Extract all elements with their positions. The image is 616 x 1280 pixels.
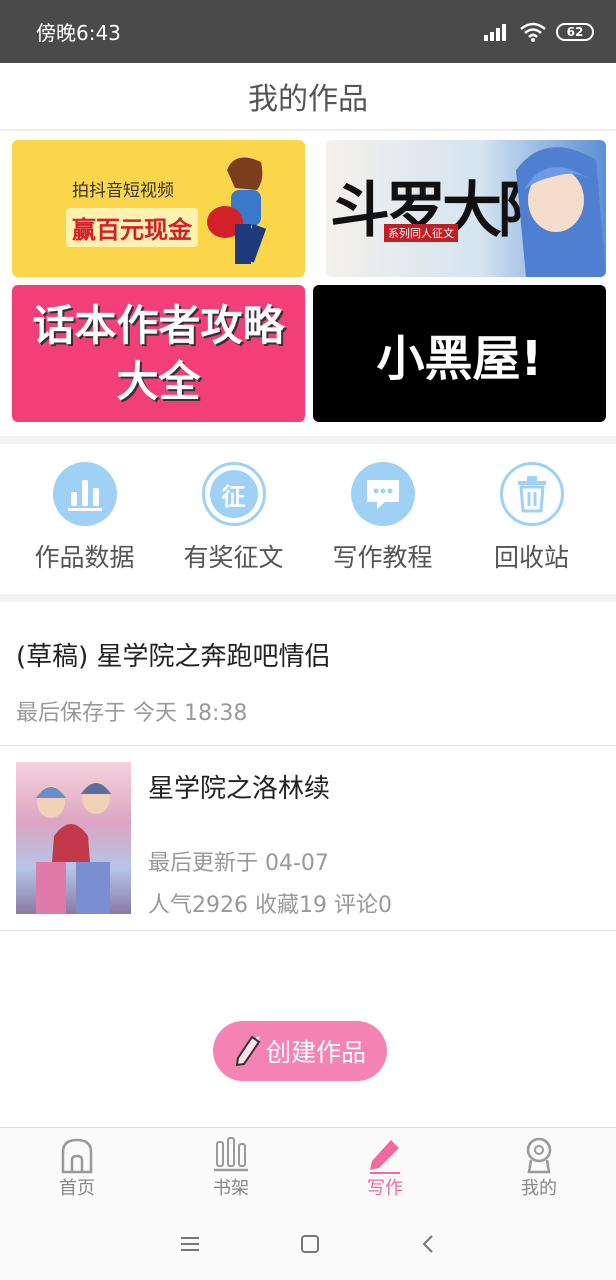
quick-actions: 作品数据 征 有奖征文 写作教程 回收站: [0, 444, 616, 594]
banner-text: 大全: [116, 356, 201, 406]
anime-character-illustration: [516, 147, 606, 277]
banner-douyin-contest[interactable]: 拍抖音短视频 赢百元现金: [12, 140, 305, 277]
tab-profile[interactable]: 我的: [462, 1128, 616, 1207]
tab-label: 写作: [367, 1177, 403, 1199]
tab-write[interactable]: 写作: [308, 1128, 462, 1207]
battery-icon: 62: [556, 22, 594, 41]
quick-action-tutorial[interactable]: 写作教程: [313, 462, 453, 574]
page-title: 我的作品: [0, 63, 616, 131]
back-icon[interactable]: [420, 1234, 436, 1254]
work-title: 星学院之洛林续: [148, 774, 331, 804]
bar-chart-icon: [52, 462, 117, 526]
draft-saved-time: 最后保存于 今天 18:38: [16, 701, 248, 726]
tab-label: 我的: [521, 1177, 557, 1199]
banner-text: 系列同人征文: [384, 224, 458, 242]
wifi-icon: [520, 22, 546, 42]
battery-level: 62: [566, 24, 584, 39]
status-bar: 傍晚6:43 62: [0, 0, 616, 63]
signal-icon: [484, 23, 506, 41]
girl-illustration: [207, 156, 267, 264]
home-square-icon[interactable]: [300, 1234, 320, 1254]
tab-label: 书架: [213, 1177, 249, 1199]
status-time: 傍晚6:43: [36, 21, 121, 45]
quick-action-work-data[interactable]: 作品数据: [15, 462, 155, 574]
pencil-icon: [370, 1139, 400, 1174]
work-cover-image: [16, 762, 131, 914]
bottom-tab-bar: 首页 书架 写作 我的: [0, 1127, 616, 1207]
banner-grid: 拍抖音短视频 赢百元现金 斗罗大陆 系列同人征文 话本作者攻略 大全 小黑屋!: [0, 131, 616, 436]
work-stats: 人气2926 收藏19 评论0: [148, 893, 392, 918]
draft-item[interactable]: (草稿) 星学院之奔跑吧情侣 最后保存于 今天 18:38: [0, 602, 616, 746]
banner-text: 小黑屋!: [376, 330, 543, 387]
create-work-button[interactable]: 创建作品: [213, 1021, 387, 1081]
quick-action-label: 作品数据: [34, 543, 135, 572]
work-updated-time: 最后更新于 04-07: [148, 851, 329, 876]
banner-text: 话本作者攻略: [32, 300, 285, 350]
bookshelf-icon: [214, 1136, 248, 1171]
menu-icon[interactable]: [180, 1235, 200, 1253]
section-divider: [0, 594, 616, 602]
banner-text: 拍抖音短视频: [72, 181, 174, 201]
banner-douluo-contest[interactable]: 斗罗大陆 系列同人征文: [326, 140, 606, 277]
status-icons: 62: [484, 22, 594, 42]
system-navigation-bar: [0, 1207, 616, 1280]
profile-icon: [526, 1137, 552, 1173]
banner-blackroom[interactable]: 小黑屋!: [313, 285, 606, 422]
section-divider: [0, 436, 616, 444]
pencil-icon: [235, 1035, 261, 1067]
draft-title: (草稿) 星学院之奔跑吧情侣: [16, 642, 331, 672]
create-work-label: 创建作品: [265, 1038, 366, 1067]
quick-action-recycle-bin[interactable]: 回收站: [462, 462, 602, 574]
banner-author-guide[interactable]: 话本作者攻略 大全: [12, 285, 305, 422]
tab-label: 首页: [59, 1177, 95, 1199]
tab-bookshelf[interactable]: 书架: [154, 1128, 308, 1207]
quick-action-label: 回收站: [493, 543, 569, 572]
banner-text: 赢百元现金: [66, 208, 198, 247]
work-item[interactable]: 星学院之洛林续 最后更新于 04-07 人气2926 收藏19 评论0: [0, 746, 616, 931]
work-info: 星学院之洛林续 最后更新于 04-07 人气2926 收藏19 评论0: [148, 762, 392, 918]
trash-icon: [499, 462, 564, 526]
home-icon: [61, 1138, 93, 1173]
quick-action-label: 写作教程: [332, 543, 433, 572]
contest-icon: 征: [201, 462, 266, 526]
quick-action-contest[interactable]: 征 有奖征文: [164, 462, 304, 574]
chat-bubble-icon: [350, 462, 415, 526]
tab-home[interactable]: 首页: [0, 1128, 154, 1207]
quick-action-label: 有奖征文: [183, 543, 284, 572]
